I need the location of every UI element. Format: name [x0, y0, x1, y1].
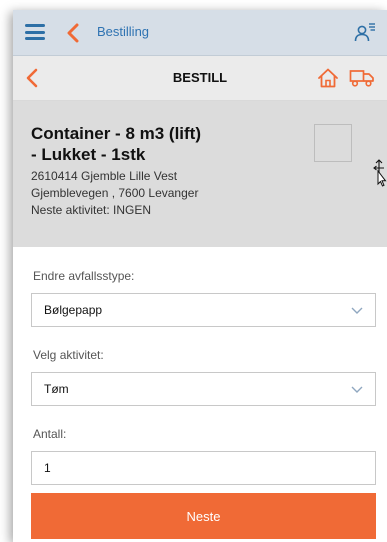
next-button[interactable]: Neste [31, 493, 376, 539]
hamburger-menu-icon[interactable] [25, 24, 45, 40]
select-checkbox[interactable] [314, 124, 352, 162]
topbar-title: Bestilling [97, 24, 150, 39]
home-icon[interactable] [317, 67, 339, 89]
container-title-line2: - Lukket - 1stk [31, 145, 146, 164]
top-bar: Bestilling [13, 10, 387, 56]
user-list-icon[interactable] [353, 20, 377, 44]
container-info-panel: Container - 8 m3 (lift) - Lukket - 1stk … [13, 101, 387, 247]
chevron-down-icon [351, 307, 363, 314]
container-title: Container - 8 m3 (lift) - Lukket - 1stk [31, 123, 291, 165]
activity-label: Velg aktivitet: [33, 348, 104, 362]
next-activity: Neste aktivitet: INGEN [31, 203, 152, 217]
address-line2: Gjemblevegen , 7600 Levanger [31, 186, 199, 200]
activity-select[interactable]: Tøm [31, 372, 376, 406]
waste-type-select[interactable]: Bølgepapp [31, 293, 376, 327]
chevron-left-icon[interactable] [65, 23, 81, 43]
container-title-line1: Container - 8 m3 (lift) [31, 124, 202, 143]
truck-icon[interactable] [349, 68, 375, 88]
waste-type-value: Bølgepapp [44, 303, 103, 317]
page-header: BESTILL [13, 56, 387, 101]
quantity-input[interactable] [31, 451, 376, 485]
activity-value: Tøm [44, 382, 69, 396]
address-line1: 2610414 Gjemble Lille Vest [31, 169, 178, 183]
move-cursor-icon [373, 159, 387, 187]
quantity-label: Antall: [33, 427, 67, 441]
waste-type-label: Endre avfallsstype: [33, 269, 135, 283]
chevron-down-icon [351, 386, 363, 393]
app-frame: Bestilling BESTILL Container - 8 m3 (lif [13, 10, 387, 542]
